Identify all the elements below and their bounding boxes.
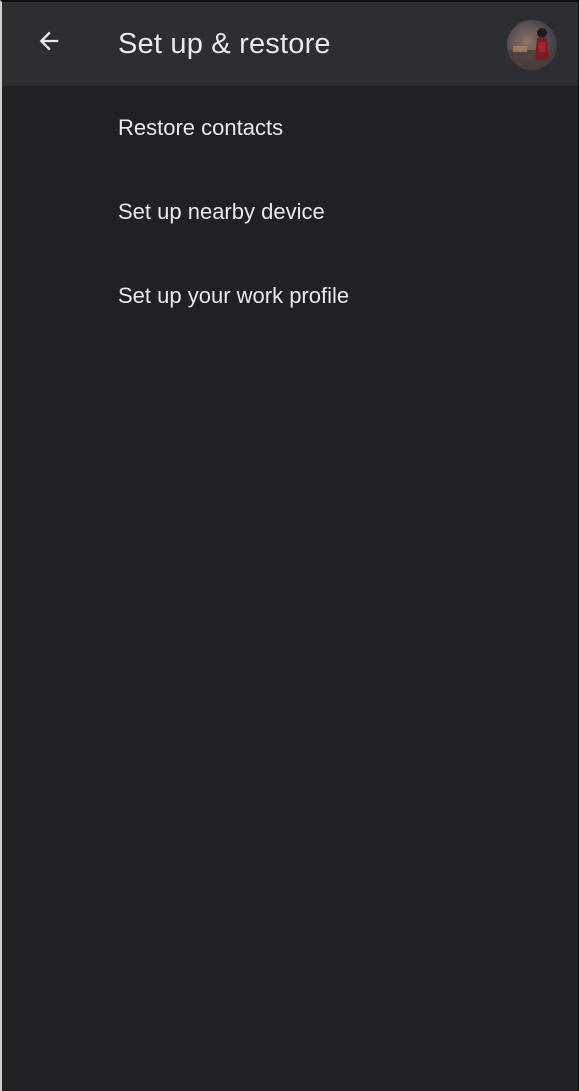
setup-options-list: Restore contacts Set up nearby device Se… bbox=[2, 86, 578, 338]
back-button[interactable] bbox=[28, 22, 70, 64]
menu-item-label: Set up your work profile bbox=[118, 283, 350, 308]
page-title: Set up & restore bbox=[118, 28, 331, 60]
menu-item-label: Restore contacts bbox=[118, 115, 284, 140]
menu-item-restore-contacts[interactable]: Restore contacts bbox=[2, 86, 578, 170]
menu-item-set-up-work-profile[interactable]: Set up your work profile bbox=[2, 254, 578, 338]
menu-item-set-up-nearby-device[interactable]: Set up nearby device bbox=[2, 170, 578, 254]
settings-screen: Set up & restore Restore contacts Set up… bbox=[0, 0, 579, 1091]
menu-item-label: Set up nearby device bbox=[118, 199, 325, 224]
account-avatar[interactable] bbox=[507, 20, 557, 70]
top-app-bar: Set up & restore bbox=[2, 2, 578, 86]
arrow-back-icon bbox=[35, 27, 63, 60]
